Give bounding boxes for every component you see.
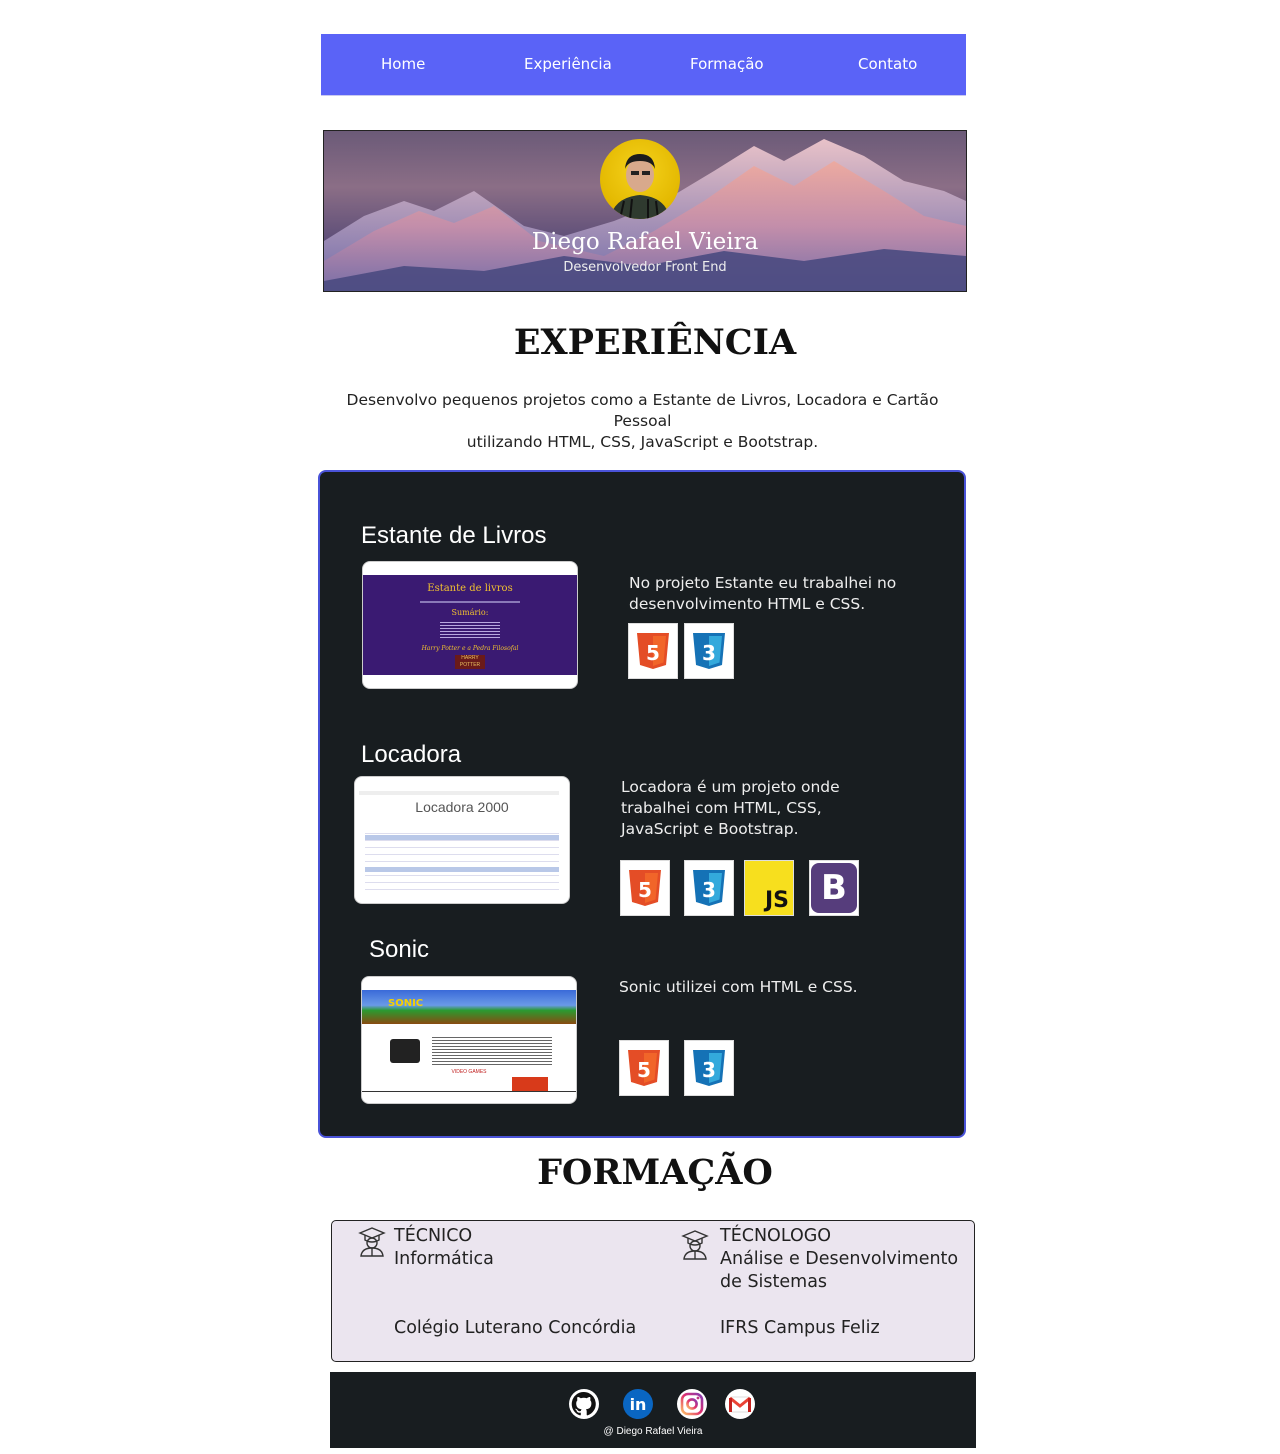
avatar — [600, 139, 680, 219]
svg-text:in: in — [630, 1395, 647, 1414]
nav-contato-link[interactable]: Contato — [858, 55, 917, 73]
estante-preview-cover: HARRY POTTER — [455, 655, 485, 669]
project-desc-locadora: Locadora é um projeto onde trabalhei com… — [621, 778, 840, 838]
project-screenshot-sonic[interactable]: SONIC VIDEO GAMES — [361, 976, 577, 1104]
nav-experiencia-link[interactable]: Experiência — [524, 55, 612, 73]
hero-name: Diego Rafael Vieira — [531, 229, 759, 255]
html5-icon: 5 — [628, 623, 678, 679]
project-desc-sonic: Sonic utilizei com HTML e CSS. — [619, 978, 858, 996]
formacao-course: Análise e Desenvolvimento — [720, 1249, 959, 1269]
project-title-estante: Estante de Livros — [361, 522, 547, 549]
formacao-school: Colégio Luterano Concórdia — [394, 1318, 637, 1338]
sonic-preview-section: VIDEO GAMES — [451, 1069, 487, 1075]
estante-preview: Estante de livros Sumário: Harry Potter … — [363, 575, 577, 675]
css3-icon: 3 — [684, 623, 734, 679]
experiencia-heading: EXPERIÊNCIA — [513, 322, 797, 363]
project-screenshot-locadora[interactable]: Locadora 2000 — [354, 776, 570, 904]
svg-text:3: 3 — [702, 1058, 716, 1082]
formacao-box: TÉCNICO Informática Colégio Luterano Con… — [331, 1220, 975, 1362]
svg-text:5: 5 — [637, 1058, 651, 1082]
formacao-level: TÉCNICO — [394, 1226, 473, 1246]
formacao-course-line2: de Sistemas — [720, 1272, 828, 1292]
experiencia-panel: Estante de Livros Estante de livros Sumá… — [318, 470, 966, 1138]
nav-formacao-link[interactable]: Formação — [690, 55, 764, 73]
html5-icon: 5 — [620, 860, 670, 916]
graduation-icon — [681, 1230, 709, 1265]
project-title-locadora: Locadora — [361, 741, 462, 768]
hero-banner: Diego Rafael Vieira Desenvolvedor Front … — [323, 130, 967, 292]
intro-line-1: Desenvolvo pequenos projetos como a Esta… — [346, 391, 939, 430]
locadora-preview-title: Locadora 2000 — [415, 799, 509, 815]
javascript-icon: JS — [744, 860, 794, 916]
graduation-icon — [358, 1227, 386, 1262]
formacao-school: IFRS Campus Feliz — [720, 1318, 880, 1338]
nav-home-link[interactable]: Home — [381, 55, 425, 73]
gmail-icon[interactable] — [724, 1388, 756, 1425]
profile-photo — [610, 154, 670, 219]
footer-caption: @ Diego Rafael Vieira — [603, 1426, 703, 1437]
bootstrap-icon: B — [809, 860, 859, 916]
top-nav: Home Experiência Formação Contato — [321, 34, 966, 96]
formacao-heading: FORMAÇÃO — [537, 1152, 773, 1193]
project-screenshot-estante[interactable]: Estante de livros Sumário: Harry Potter … — [362, 561, 578, 689]
footer: in @ Diego Rafael Vieira — [330, 1372, 976, 1448]
sonic-preview-console — [390, 1039, 420, 1063]
html5-icon: 5 — [619, 1040, 669, 1096]
intro-line-2: utilizando HTML, CSS, JavaScript e Boots… — [466, 433, 819, 451]
locadora-preview-table — [365, 827, 559, 891]
estante-preview-title: Estante de livros — [427, 583, 513, 594]
css3-icon: 3 — [684, 860, 734, 916]
svg-text:5: 5 — [638, 878, 652, 902]
hero-role: Desenvolvedor Front End — [563, 260, 727, 275]
project-desc-estante: No projeto Estante eu trabalhei no desen… — [629, 574, 897, 613]
estante-preview-sumario: Sumário: — [451, 608, 489, 617]
formacao-course: Informática — [394, 1249, 494, 1269]
instagram-icon[interactable] — [676, 1388, 708, 1425]
sonic-preview-banner: SONIC — [362, 990, 576, 1024]
github-icon[interactable] — [568, 1388, 600, 1425]
experiencia-intro: Desenvolvo pequenos projetos como a Esta… — [320, 390, 965, 453]
formacao-item-tecnico: TÉCNICO Informática — [394, 1225, 494, 1271]
svg-text:3: 3 — [702, 878, 716, 902]
estante-preview-book: Harry Potter e a Pedra Filosofal — [421, 645, 519, 652]
linkedin-icon[interactable]: in — [622, 1388, 654, 1425]
sonic-preview-logo: SONIC — [388, 998, 424, 1009]
project-title-sonic: Sonic — [369, 936, 430, 963]
svg-text:5: 5 — [646, 641, 660, 665]
svg-text:3: 3 — [702, 641, 716, 665]
formacao-item-tecnologo: TÉCNOLOGO Análise e Desenvolvimento de S… — [720, 1225, 958, 1294]
formacao-level: TÉCNOLOGO — [720, 1226, 832, 1246]
css3-icon: 3 — [684, 1040, 734, 1096]
